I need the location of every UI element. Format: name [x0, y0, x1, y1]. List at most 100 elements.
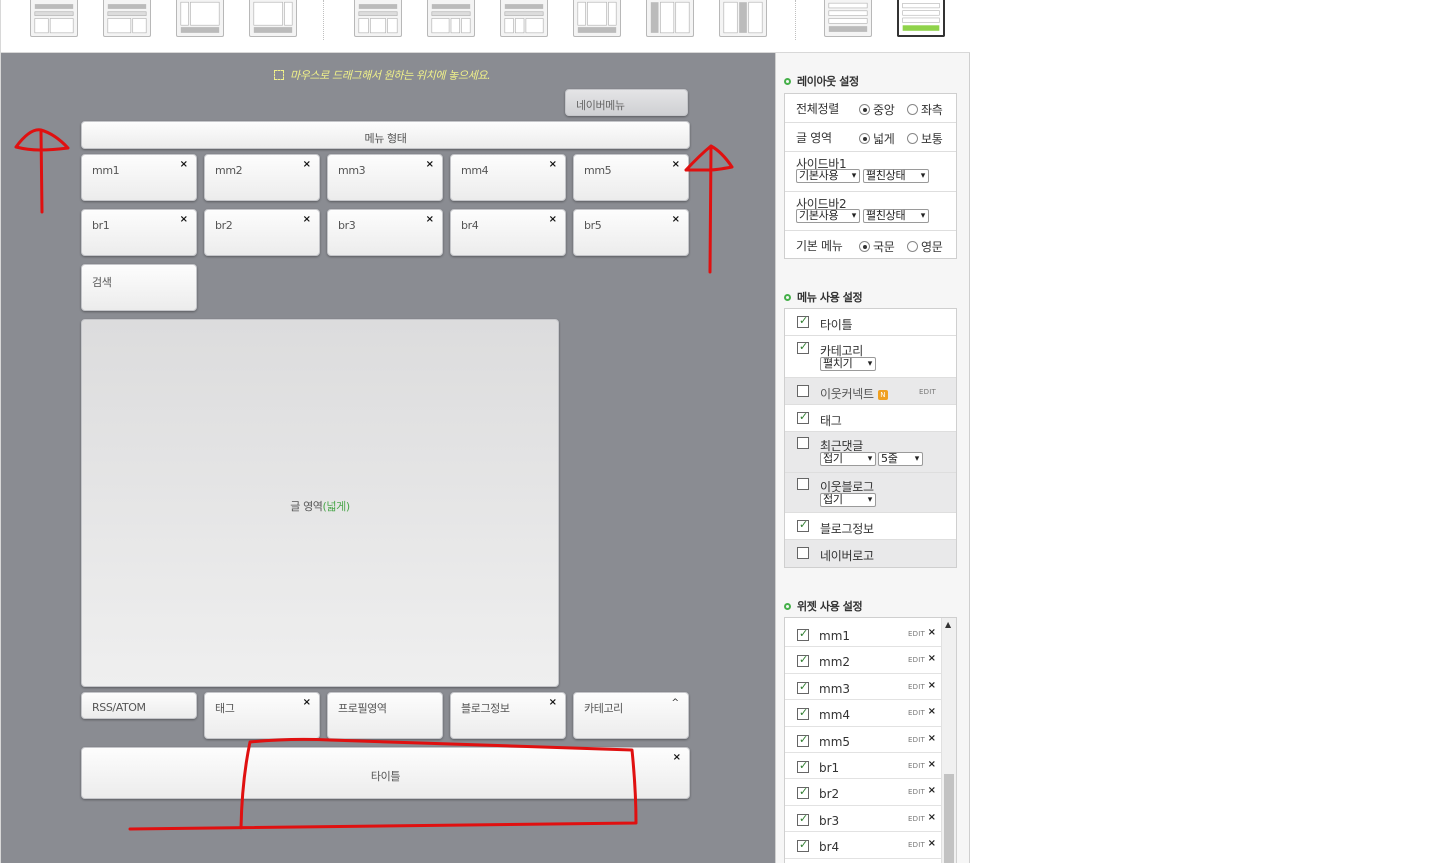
widget-block-br2[interactable]: br2 ×	[204, 209, 320, 256]
recent-comments-lines-select[interactable]: 5줄 ▾	[878, 452, 923, 466]
scrollbar-thumb[interactable]	[944, 774, 954, 863]
layout-preset-8[interactable]	[573, 0, 621, 37]
close-icon[interactable]: ×	[303, 698, 311, 708]
close-icon[interactable]: ×	[928, 785, 936, 796]
widget-checkbox[interactable]	[797, 812, 809, 826]
align-center-radio[interactable]: 중앙	[859, 101, 895, 118]
close-icon[interactable]: ×	[303, 160, 311, 170]
widget-block-mm1[interactable]: mm1 ×	[81, 154, 197, 201]
neighbor-blog-checkbox[interactable]	[797, 478, 809, 490]
layout-preset-2[interactable]	[103, 0, 151, 37]
title-checkbox[interactable]	[797, 314, 809, 328]
close-icon[interactable]: ×	[549, 215, 557, 225]
sidebar2-mode-select[interactable]: 기본사용 ▾	[796, 209, 860, 223]
widget-edit-link[interactable]: EDIT	[908, 788, 925, 796]
blog-info-block[interactable]: 블로그정보 ×	[450, 692, 566, 739]
widget-edit-link[interactable]: EDIT	[908, 683, 925, 691]
neighbor-blog-fold-select[interactable]: 접기 ▾	[820, 493, 876, 507]
widget-block-br5[interactable]: br5 ×	[573, 209, 689, 256]
layout-preset-10[interactable]	[719, 0, 767, 37]
layout-preset-1[interactable]	[30, 0, 78, 37]
sidebar1-state-select[interactable]: 펼친상태 ▾	[863, 169, 929, 183]
close-icon[interactable]: ×	[928, 733, 936, 744]
layout-preset-9[interactable]	[646, 0, 694, 37]
widget-checkbox[interactable]	[797, 733, 809, 747]
chevron-up-icon[interactable]: ^	[671, 698, 679, 708]
sidebar2-state-select[interactable]: 펼친상태 ▾	[863, 209, 929, 223]
scroll-up-icon[interactable]: ▲	[945, 620, 951, 629]
category-mode-select[interactable]: 펼치기 ▾	[820, 357, 876, 371]
recent-comments-checkbox[interactable]	[797, 437, 809, 449]
close-icon[interactable]: ×	[180, 160, 188, 170]
widget-block-mm3[interactable]: mm3 ×	[327, 154, 443, 201]
widget-edit-link[interactable]: EDIT	[908, 762, 925, 770]
category-checkbox[interactable]	[797, 340, 809, 354]
search-block[interactable]: 검색	[81, 264, 197, 311]
widget-edit-link[interactable]: EDIT	[908, 841, 925, 849]
tag-block[interactable]: 태그 ×	[204, 692, 320, 739]
widget-block-br1[interactable]: br1 ×	[81, 209, 197, 256]
close-icon[interactable]: ×	[928, 653, 936, 664]
widget-checkbox[interactable]	[797, 680, 809, 694]
close-icon[interactable]: ×	[549, 160, 557, 170]
widget-block-mm5[interactable]: mm5 ×	[573, 154, 689, 201]
neighbor-connect-edit-link[interactable]: EDIT	[919, 388, 936, 396]
menu-type-block[interactable]: 메뉴 형태	[81, 121, 690, 149]
widget-checkbox[interactable]	[797, 653, 809, 668]
article-area-block[interactable]: 글 영역(넓게)	[81, 319, 559, 687]
naver-logo-checkbox[interactable]	[797, 547, 809, 559]
menu-style-preset-2-selected[interactable]	[897, 0, 945, 37]
blog-info-checkbox[interactable]	[797, 518, 809, 532]
close-icon[interactable]: ×	[549, 698, 557, 708]
widget-edit-link[interactable]: EDIT	[908, 815, 925, 823]
neighbor-connect-checkbox[interactable]	[797, 385, 809, 397]
close-icon[interactable]: ×	[426, 160, 434, 170]
title-block[interactable]: 타이틀 ×	[81, 747, 690, 799]
layout-preset-4[interactable]	[249, 0, 297, 37]
layout-preset-5[interactable]	[354, 0, 402, 37]
close-icon[interactable]: ×	[928, 627, 936, 638]
text-normal-radio[interactable]: 보통	[907, 130, 943, 147]
widget-edit-link[interactable]: EDIT	[908, 709, 925, 717]
close-icon[interactable]: ×	[928, 759, 936, 770]
widget-edit-link[interactable]: EDIT	[908, 630, 925, 638]
close-icon[interactable]: ×	[180, 215, 188, 225]
close-icon[interactable]: ×	[673, 753, 681, 763]
close-icon[interactable]: ×	[928, 812, 936, 823]
menu-style-preset-1[interactable]	[824, 0, 872, 37]
widget-block-mm4[interactable]: mm4 ×	[450, 154, 566, 201]
layout-preset-6[interactable]	[427, 0, 475, 37]
close-icon[interactable]: ×	[672, 160, 680, 170]
widget-settings-panel[interactable]: mm1EDIT× mm2EDIT× mm3EDIT× mm4EDIT× mm5E…	[784, 617, 957, 863]
tag-checkbox[interactable]	[797, 410, 809, 424]
sidebar1-mode-select[interactable]: 기본사용 ▾	[796, 169, 860, 183]
widget-block-br4[interactable]: br4 ×	[450, 209, 566, 256]
widget-checkbox[interactable]	[797, 838, 809, 853]
layout-preset-7[interactable]	[500, 0, 548, 37]
widget-edit-link[interactable]: EDIT	[908, 656, 925, 664]
close-icon[interactable]: ×	[928, 680, 936, 691]
recent-comments-fold-select[interactable]: 접기 ▾	[820, 452, 876, 466]
menu-english-radio[interactable]: 영문	[907, 238, 943, 255]
close-icon[interactable]: ×	[928, 706, 936, 717]
close-icon[interactable]: ×	[928, 838, 936, 849]
widget-checkbox[interactable]	[797, 785, 809, 800]
layout-preset-3[interactable]	[176, 0, 224, 37]
menu-korean-radio[interactable]: 국문	[859, 238, 895, 255]
widget-checkbox[interactable]	[797, 759, 809, 773]
close-icon[interactable]: ×	[426, 215, 434, 225]
widget-checkbox[interactable]	[797, 627, 809, 641]
profile-block[interactable]: 프로필영역	[327, 692, 443, 739]
category-block[interactable]: 카테고리 ^	[573, 692, 689, 739]
close-icon[interactable]: ×	[672, 215, 680, 225]
widget-checkbox[interactable]	[797, 706, 809, 721]
widget-edit-link[interactable]: EDIT	[908, 736, 925, 744]
align-left-radio[interactable]: 좌측	[907, 101, 943, 118]
naver-menu-block[interactable]: 네이버메뉴	[565, 89, 688, 116]
widget-block-br3[interactable]: br3 ×	[327, 209, 443, 256]
rss-atom-block[interactable]: RSS/ATOM	[81, 692, 197, 719]
close-icon[interactable]: ×	[303, 215, 311, 225]
text-wide-radio[interactable]: 넓게	[859, 130, 895, 147]
widget-block-mm2[interactable]: mm2 ×	[204, 154, 320, 201]
widget-list-scrollbar[interactable]: ▲	[941, 618, 956, 863]
